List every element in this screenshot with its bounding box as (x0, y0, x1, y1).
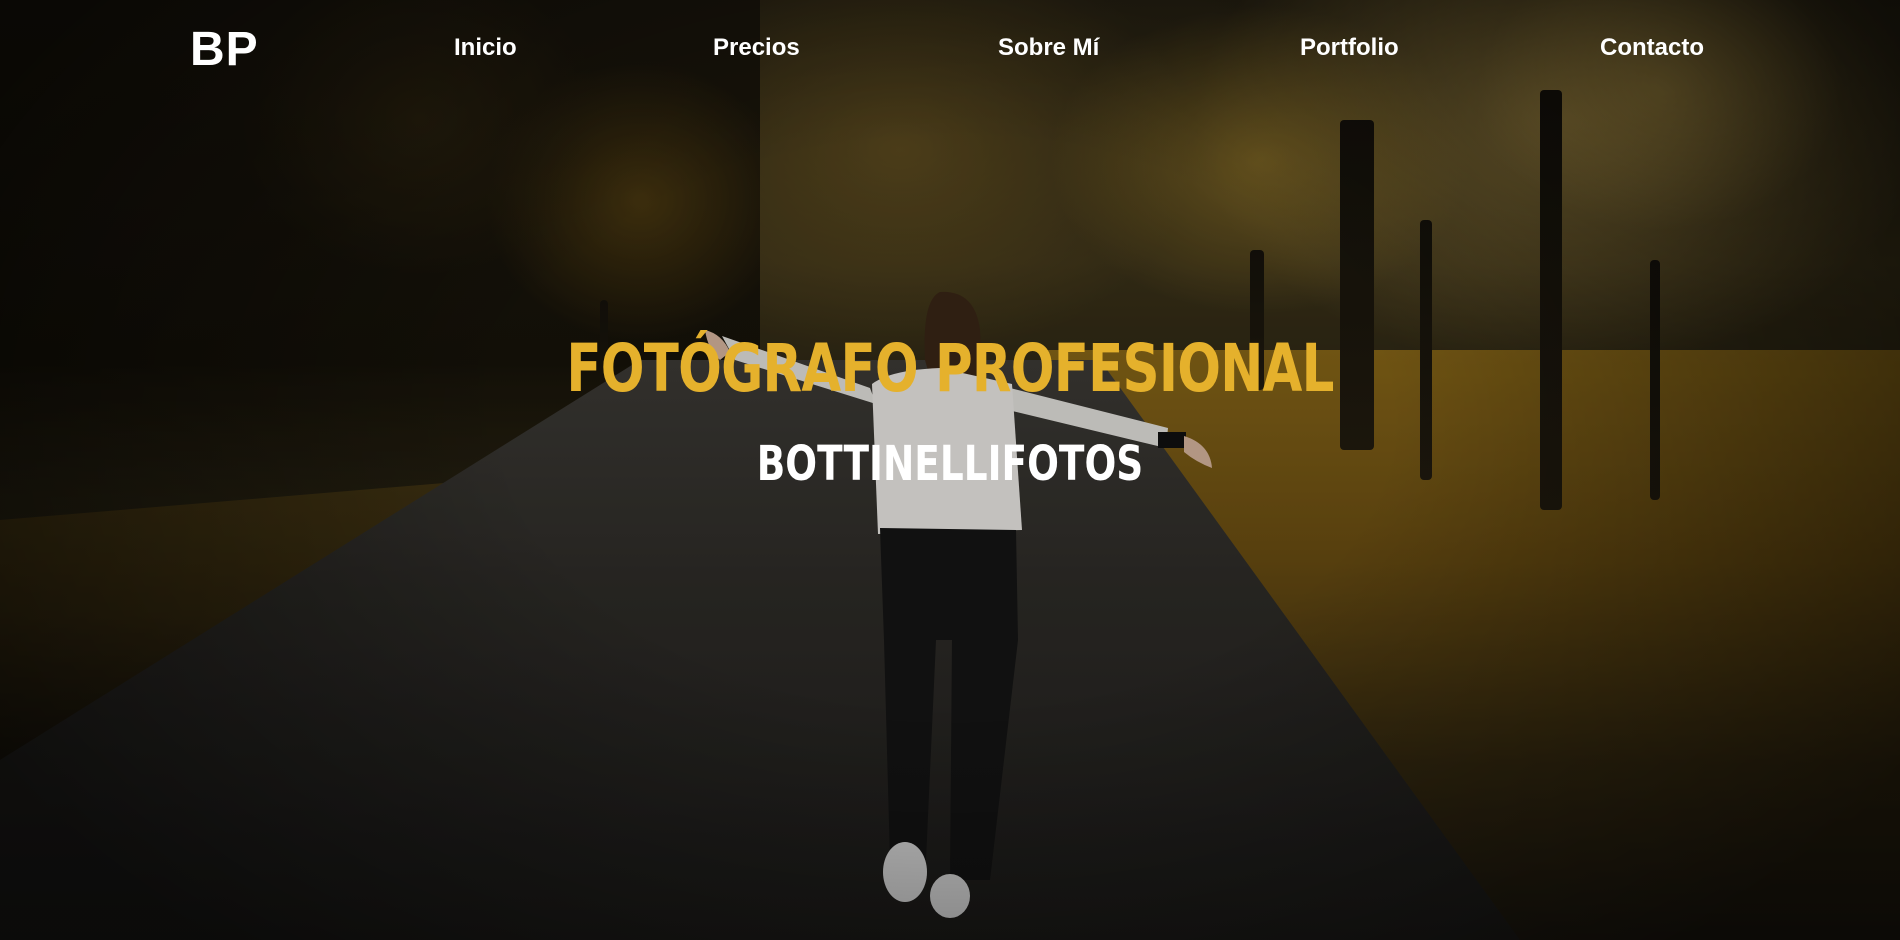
nav-link-portfolio[interactable]: Portfolio (1300, 34, 1399, 62)
nav-link-sobre-mi[interactable]: Sobre Mí (998, 34, 1099, 62)
hero-section: BP Inicio Precios Sobre Mí Portfolio Con… (0, 0, 1900, 940)
hero-title: FOTÓGRAFO PROFESIONAL (566, 330, 1334, 408)
nav-link-precios[interactable]: Precios (713, 34, 800, 62)
nav-link-contacto[interactable]: Contacto (1600, 34, 1704, 62)
navbar: BP Inicio Precios Sobre Mí Portfolio Con… (0, 0, 1900, 100)
nav-link-inicio[interactable]: Inicio (454, 34, 517, 62)
logo-link[interactable]: BP (190, 22, 259, 77)
hero-subtitle: BOTTINELLIFOTOS (756, 435, 1144, 492)
